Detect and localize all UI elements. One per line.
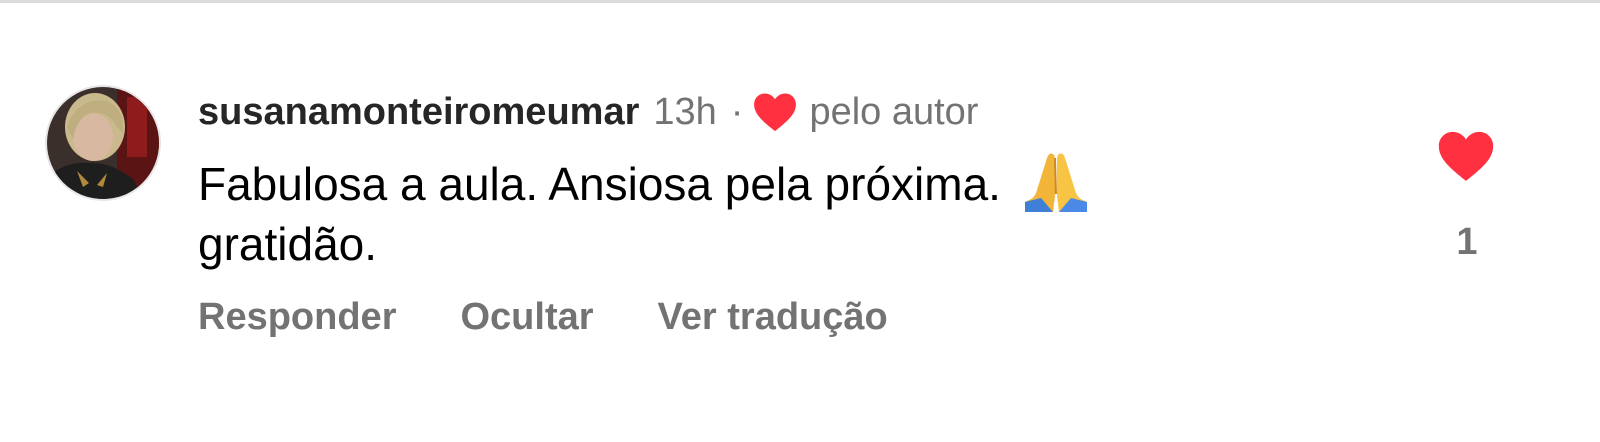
heart-icon[interactable] (1437, 130, 1495, 182)
comment-text: Fabulosa a aula. Ansiosa pela próxima. g… (198, 150, 1378, 274)
comment-text-part-1: Fabulosa a aula. Ansiosa pela próxima. (198, 158, 1001, 210)
avatar[interactable] (45, 85, 161, 201)
heart-icon (753, 92, 797, 132)
reply-button[interactable]: Responder (198, 296, 396, 339)
like-count[interactable]: 1 (1428, 221, 1506, 264)
comment-text-line-2: gratidão. (198, 218, 378, 270)
comment-item: susanamonteiromeumar 13h · pelo autor Fa… (0, 0, 1600, 442)
liked-by-author-label: pelo autor (809, 90, 979, 133)
folded-hands-emoji-icon (1023, 150, 1089, 212)
comment-actions: Responder Ocultar Ver tradução (198, 296, 888, 339)
meta-separator: · (730, 90, 744, 133)
timestamp: 13h (653, 90, 717, 133)
username[interactable]: susanamonteiromeumar (198, 91, 639, 134)
like-area: 1 (1426, 130, 1506, 264)
hide-button[interactable]: Ocultar (460, 296, 593, 339)
comment-meta: susanamonteiromeumar 13h · pelo autor (198, 86, 978, 138)
comment-text-line-1: Fabulosa a aula. Ansiosa pela próxima. (198, 150, 1378, 214)
translate-button[interactable]: Ver tradução (658, 296, 888, 339)
